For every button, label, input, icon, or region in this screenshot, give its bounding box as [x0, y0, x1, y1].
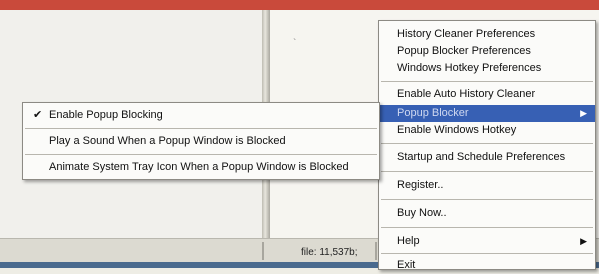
menu-item-startup-schedule-preferences[interactable]: Startup and Schedule Preferences: [379, 149, 595, 166]
cursor-mark: `: [293, 38, 297, 49]
tray-context-menu: History Cleaner Preferences Popup Blocke…: [378, 20, 596, 271]
menu-item-windows-hotkey-preferences[interactable]: Windows Hotkey Preferences: [379, 60, 595, 77]
submenu-item-animate-tray-icon[interactable]: Animate System Tray Icon When a Popup Wi…: [23, 159, 379, 176]
menu-separator: [381, 199, 593, 200]
menu-item-register[interactable]: Register..: [379, 177, 595, 194]
menu-item-exit[interactable]: Exit: [379, 257, 595, 274]
menu-item-history-cleaner-preferences[interactable]: History Cleaner Preferences: [379, 26, 595, 43]
menu-separator: [25, 154, 377, 155]
menu-separator: [381, 253, 593, 254]
menu-item-popup-blocker[interactable]: Popup Blocker ▶: [379, 105, 595, 122]
menu-separator: [381, 143, 593, 144]
menu-item-enable-auto-history-cleaner[interactable]: Enable Auto History Cleaner: [379, 86, 595, 103]
status-separator: [262, 242, 264, 260]
menu-separator: [381, 171, 593, 172]
arrow-right-icon: ▶: [580, 108, 587, 118]
popup-blocker-submenu: ✔ Enable Popup Blocking Play a Sound Whe…: [22, 102, 380, 180]
submenu-item-enable-popup-blocking[interactable]: ✔ Enable Popup Blocking: [23, 107, 379, 124]
menu-separator: [25, 128, 377, 129]
menu-item-buy-now[interactable]: Buy Now..: [379, 205, 595, 222]
submenu-item-play-sound[interactable]: Play a Sound When a Popup Window is Bloc…: [23, 133, 379, 150]
window-title-bar: [0, 0, 599, 10]
check-icon: ✔: [33, 109, 43, 121]
menu-separator: [381, 81, 593, 82]
menu-separator: [381, 227, 593, 228]
menu-item-help[interactable]: Help ▶: [379, 233, 595, 250]
file-size-status: file: 11,537b;: [301, 247, 358, 258]
status-separator: [375, 242, 377, 260]
menu-item-popup-blocker-preferences[interactable]: Popup Blocker Preferences: [379, 43, 595, 60]
menu-item-enable-windows-hotkey[interactable]: Enable Windows Hotkey: [379, 122, 595, 139]
arrow-right-icon: ▶: [580, 236, 587, 246]
